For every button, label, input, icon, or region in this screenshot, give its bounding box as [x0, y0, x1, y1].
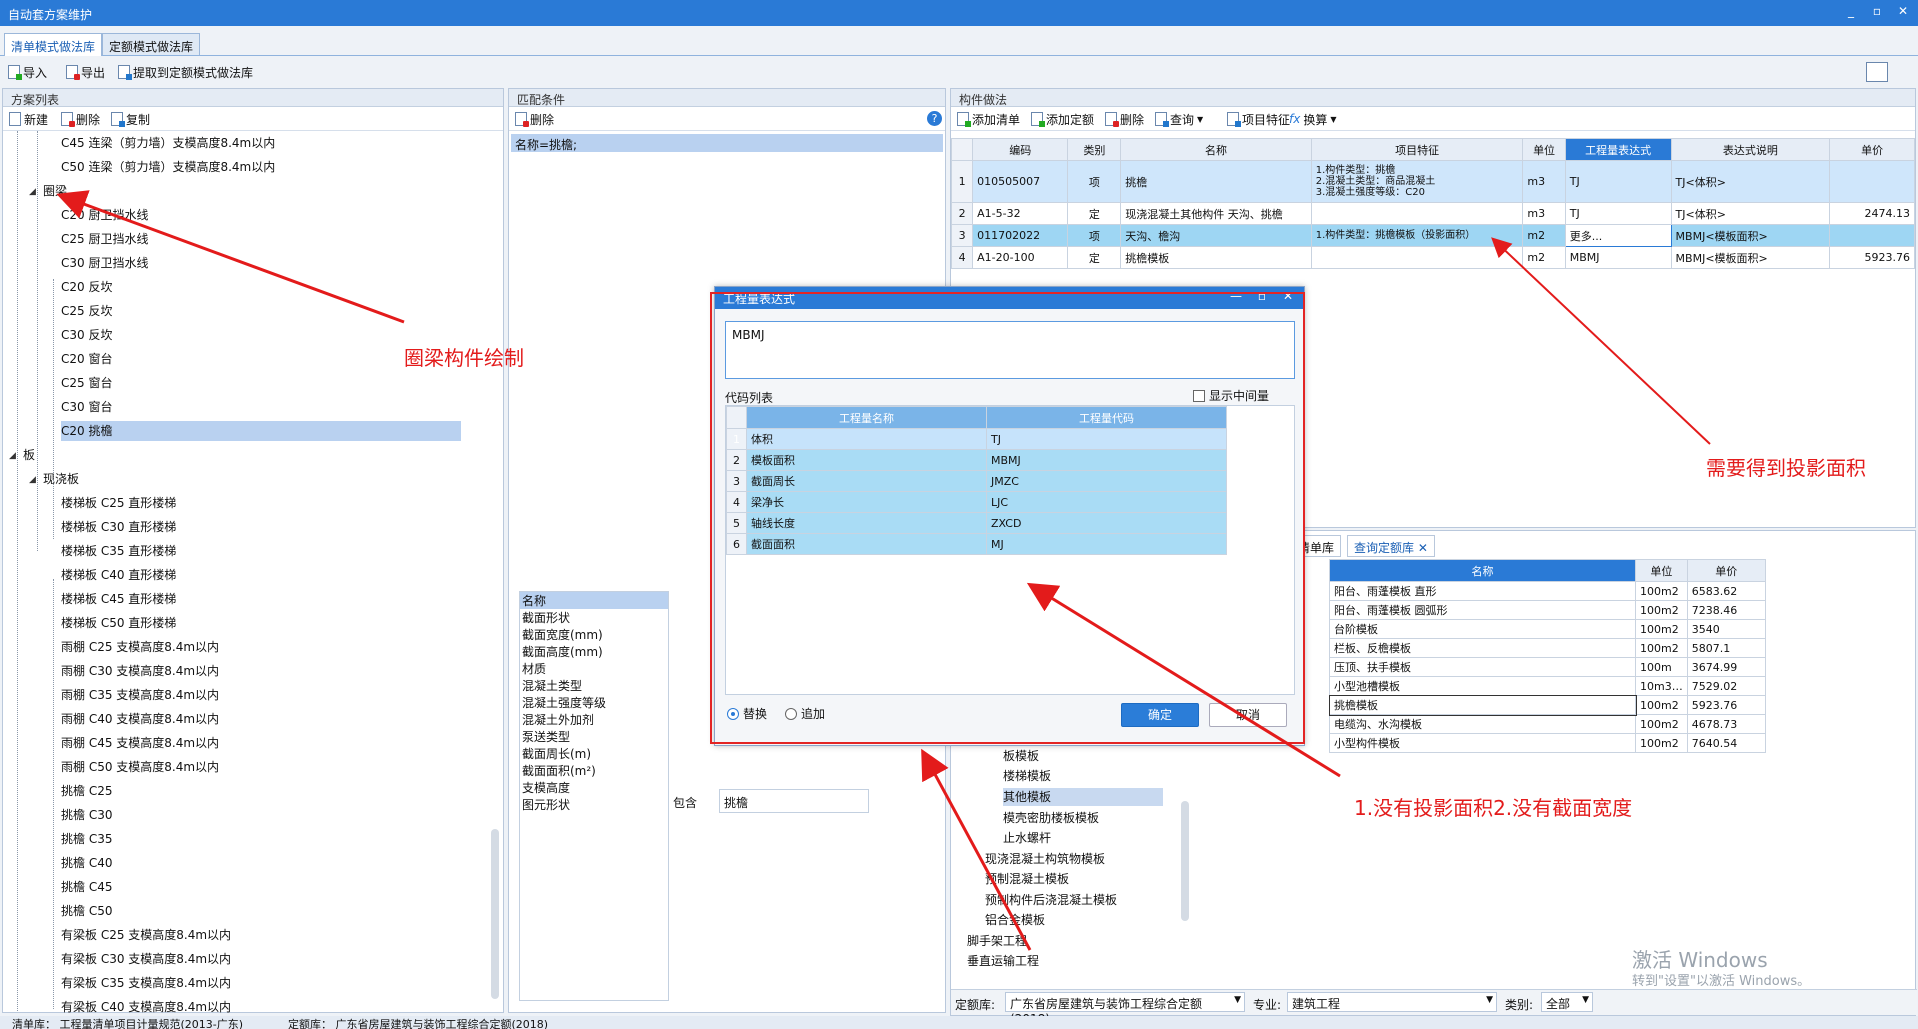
annotation-projection-area: 需要得到投影面积 — [1706, 456, 1866, 480]
annotation-missing-fields: 1.没有投影面积2.没有截面宽度 — [1354, 796, 1633, 820]
arrow-line — [56, 190, 405, 324]
status-bar: 清单库： 工程量清单项目计量规范(2013-广东) 定额库： 广东省房屋建筑与装… — [0, 1016, 1918, 1029]
annotation-arrows — [56, 190, 1711, 951]
arrow-line — [1026, 582, 1341, 778]
arrow-line — [1491, 237, 1711, 445]
status-quota-lib: 定额库： 广东省房屋建筑与装饰工程综合定额(2018) — [288, 1018, 549, 1029]
annotation-ring-beam: 圈梁构件绘制 — [404, 346, 524, 370]
arrow-line — [921, 748, 1032, 951]
watermark-subtitle: 转到"设置"以激活 Windows。 — [1632, 974, 1811, 989]
watermark-title: 激活 Windows — [1632, 948, 1768, 972]
status-list-lib: 清单库： 工程量清单项目计量规范(2013-广东) — [12, 1018, 244, 1029]
